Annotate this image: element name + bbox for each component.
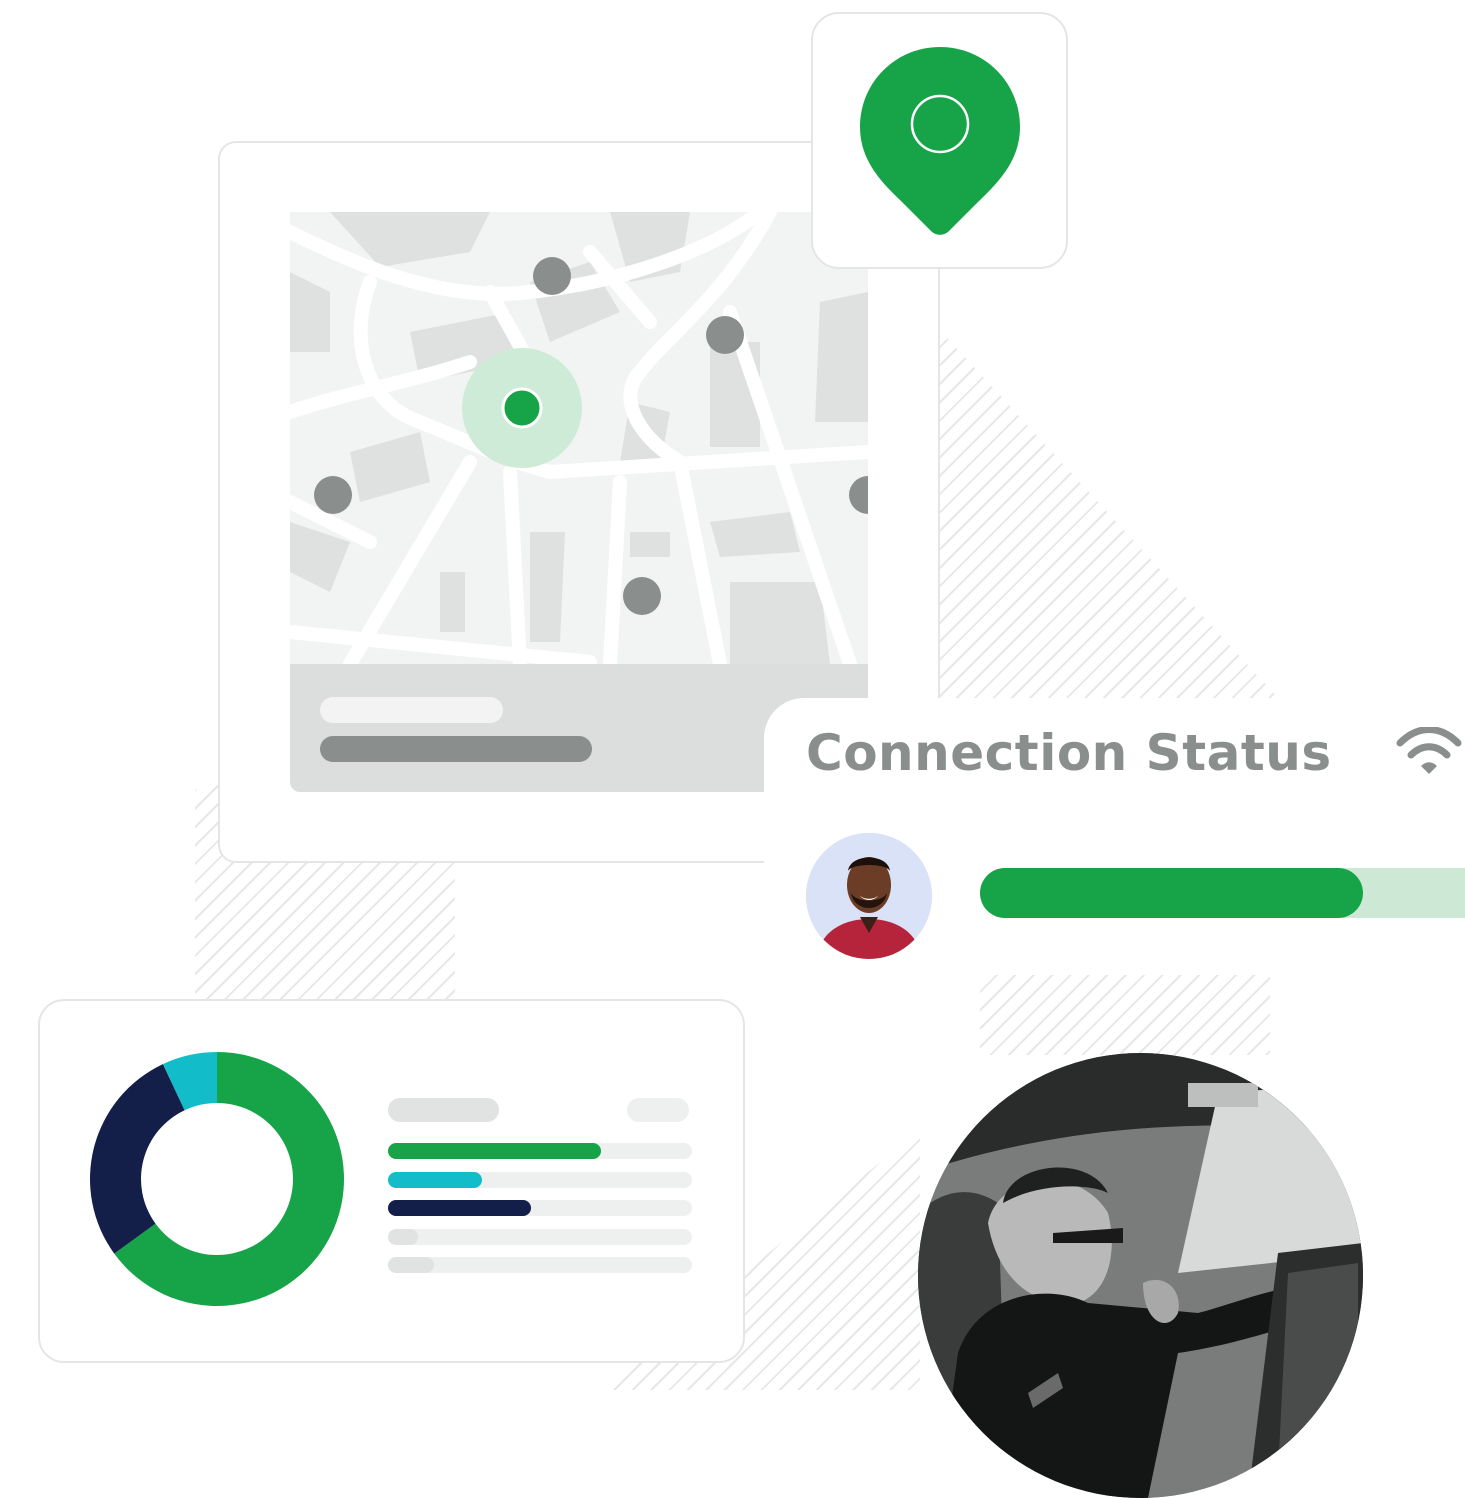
bar-track [388, 1171, 692, 1188]
bar [388, 1143, 601, 1159]
donut-chart [90, 1052, 344, 1306]
avatar[interactable] [806, 833, 932, 959]
wifi-icon [1396, 727, 1462, 774]
bar-track [388, 1143, 692, 1159]
background-hatch [940, 330, 1280, 700]
officer-in-car-image [918, 1053, 1363, 1498]
bar-track [388, 1228, 692, 1245]
bar [388, 1171, 483, 1188]
bar-track [388, 1257, 692, 1273]
connection-status-title: Connection Status [806, 724, 1332, 782]
placeholder-line [320, 697, 503, 723]
map-streets [290, 212, 868, 664]
officer-photo [918, 1053, 1363, 1498]
location-pin-card[interactable] [811, 12, 1068, 269]
map-view[interactable] [290, 212, 868, 664]
placeholder-label [627, 1098, 689, 1122]
bar-track [388, 1200, 692, 1216]
location-pin-icon [860, 47, 1020, 235]
bar [388, 1228, 419, 1245]
bar [388, 1200, 531, 1216]
background-hatch [980, 975, 1270, 1055]
bar [388, 1257, 434, 1273]
connection-progress-bar [980, 868, 1465, 918]
person-avatar-image [806, 833, 932, 959]
placeholder-line [320, 736, 592, 762]
donut-slice [90, 1064, 185, 1254]
connection-progress-fill [980, 868, 1364, 918]
placeholder-label [388, 1098, 499, 1122]
